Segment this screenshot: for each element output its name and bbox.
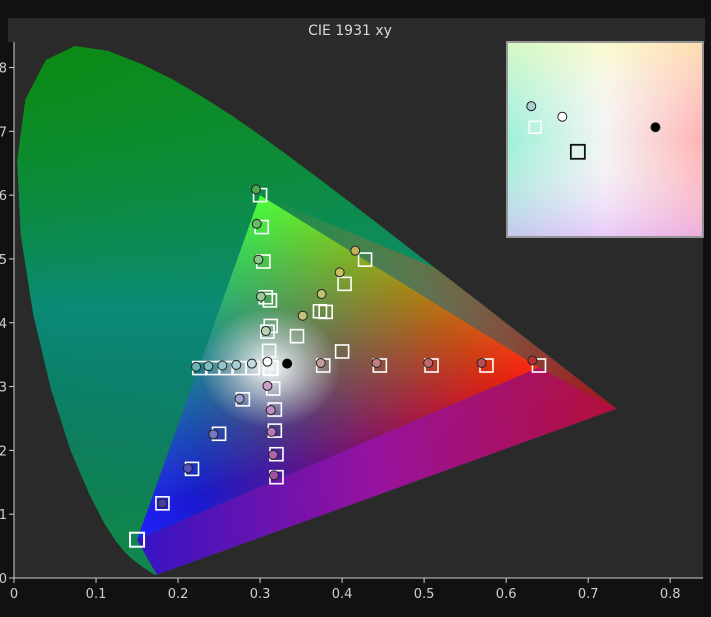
measured-point	[316, 289, 327, 300]
x-tick-label: 0.3	[250, 587, 271, 602]
measured-point	[234, 393, 245, 404]
y-axis-ticks: 0 1 2 3 4 5 6 7 8	[0, 62, 14, 587]
measured-point	[527, 355, 538, 366]
zoom-inset	[506, 41, 704, 238]
chart-title: CIE 1931 xy	[308, 23, 392, 39]
measured-point	[423, 357, 434, 368]
measured-point	[269, 470, 280, 481]
inset-measured-point	[526, 101, 537, 112]
inset-measured-point	[650, 122, 661, 133]
x-tick-label: 0.1	[86, 587, 107, 602]
x-tick-label: 0.4	[332, 587, 353, 602]
measured-point	[157, 498, 168, 509]
y-tick-label: 7	[0, 125, 7, 140]
y-tick-label: 8	[0, 62, 7, 77]
measured-point	[250, 184, 261, 195]
cie-xy-chart: CIE 1931 xy 0 0.1 0.2 0.3 0.4 0.5 0.6 0.7 0.8 0 1…	[0, 18, 705, 602]
measured-point	[297, 310, 308, 321]
measured-point	[262, 356, 273, 367]
x-tick-label: 0.5	[414, 587, 435, 602]
y-tick-label: 5	[0, 253, 7, 268]
y-tick-label: 6	[0, 189, 7, 204]
measured-point	[182, 463, 193, 474]
measured-point	[476, 357, 487, 368]
measured-point	[350, 245, 361, 256]
x-tick-label: 0	[10, 587, 18, 602]
measured-point	[255, 291, 266, 302]
measured-point	[208, 429, 219, 440]
measured-point	[265, 405, 276, 416]
y-tick-label: 2	[0, 444, 7, 459]
measured-point	[203, 361, 214, 372]
x-tick-label: 0.6	[496, 587, 517, 602]
measured-point	[217, 360, 228, 371]
x-tick-label: 0.7	[578, 587, 599, 602]
measured-point	[282, 358, 293, 369]
inset-measured-point	[557, 111, 568, 122]
measured-point	[231, 359, 242, 370]
y-tick-label: 1	[0, 508, 7, 523]
measured-point	[191, 361, 202, 372]
measured-point	[253, 254, 264, 265]
measured-point	[251, 218, 262, 229]
measured-point	[268, 449, 279, 460]
x-tick-label: 0.2	[168, 587, 189, 602]
x-tick-label: 0.8	[660, 587, 681, 602]
inset-tint	[508, 43, 702, 236]
chart-container: CIE 1931 xy 0 0.1 0.2 0.3 0.4 0.5 0.6 0.7 0.8 0 1…	[0, 0, 711, 617]
y-tick-label: 3	[0, 381, 7, 396]
y-tick-label: 0	[0, 572, 7, 587]
measured-point	[260, 326, 271, 337]
measured-point	[315, 357, 326, 368]
y-tick-label: 4	[0, 317, 7, 332]
measured-point	[246, 358, 257, 369]
measured-point	[262, 380, 273, 391]
measured-point	[371, 357, 382, 368]
x-axis-ticks: 0 0.1 0.2 0.3 0.4 0.5 0.6 0.7 0.8	[10, 578, 681, 602]
measured-point	[266, 426, 277, 437]
measured-point	[334, 267, 345, 278]
